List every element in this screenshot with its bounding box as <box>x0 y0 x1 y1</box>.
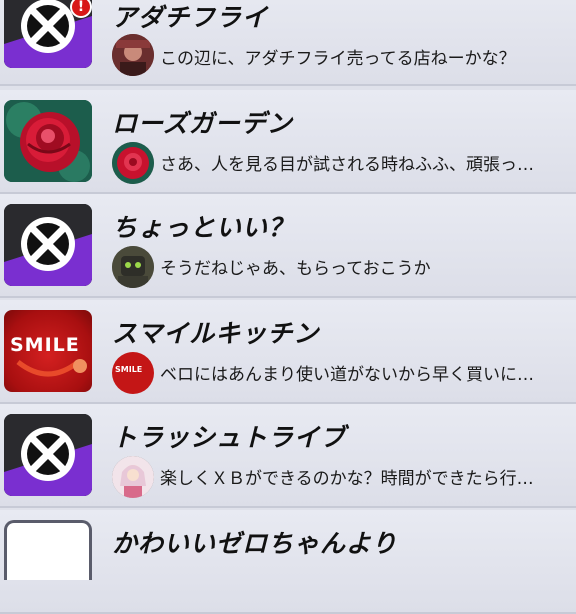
conversation-message: ベロにはあんまり使い道がないから早く買いに… <box>160 365 534 385</box>
conversation-message: さあ、人を見る目が試される時ねふふ、頑張っ… <box>160 155 534 175</box>
blank-icon <box>4 520 92 580</box>
smile-avatar: SMILE <box>112 352 154 394</box>
character-avatar <box>112 34 154 76</box>
girl-avatar <box>112 456 154 498</box>
conversation-row[interactable]: ローズガーデン さあ、人を見る目が試される時ねふふ、頑張っ… <box>0 90 576 194</box>
conversation-name: トラッシュトライブ <box>112 423 347 452</box>
conversation-name: かわいいゼロちゃんより <box>112 529 398 558</box>
conversation-message: 楽しくＸＢができるのかな？時間ができたら行… <box>160 469 534 489</box>
smile-logo-text: SMILE <box>10 334 80 356</box>
conversation-list: ! アダチフライ この辺に、アダチフライ売ってる店ねーかな？ ローズガーデン さ… <box>0 0 576 614</box>
xb-logo-icon <box>4 204 92 286</box>
conversation-name: スマイルキッチン <box>112 319 320 348</box>
rose-avatar <box>112 142 154 184</box>
xb-logo-icon <box>4 414 92 496</box>
conversation-message: この辺に、アダチフライ売ってる店ねーかな？ <box>160 49 516 69</box>
conversation-name: ちょっといい？ <box>112 213 295 242</box>
smile-logo-icon: SMILE <box>4 310 92 392</box>
conversation-row[interactable]: SMILE スマイルキッチン SMILE ベロにはあんまり使い道がないから早く買… <box>0 300 576 404</box>
rose-icon <box>4 100 92 182</box>
conversation-row[interactable]: ! アダチフライ この辺に、アダチフライ売ってる店ねーかな？ <box>0 0 576 86</box>
conversation-name: アダチフライ <box>112 3 269 32</box>
conversation-row[interactable]: トラッシュトライブ 楽しくＸＢができるのかな？時間ができたら行… <box>0 404 576 508</box>
robot-avatar <box>112 246 154 288</box>
smile-avatar-text: SMILE <box>115 365 143 374</box>
conversation-row[interactable]: ちょっといい？ そうだねじゃあ、もらっておこうか <box>0 194 576 298</box>
conversation-row[interactable]: かわいいゼロちゃんより <box>0 510 576 614</box>
conversation-name: ローズガーデン <box>112 109 293 138</box>
conversation-message: そうだねじゃあ、もらっておこうか <box>160 259 431 279</box>
